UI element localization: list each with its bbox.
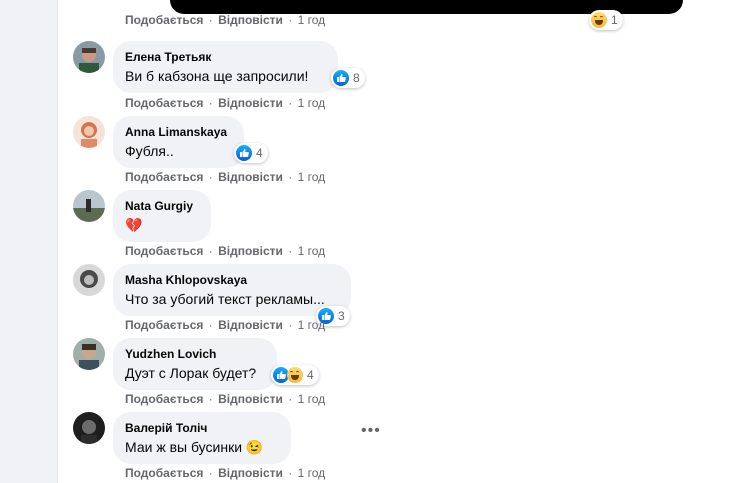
avatar[interactable] (73, 190, 105, 222)
comment-text: Дуэт с Лорак будет? (125, 365, 257, 381)
separator: · (288, 170, 293, 184)
like-link[interactable]: Подобається (125, 170, 203, 184)
separator: · (288, 13, 293, 27)
comment-bubble: Nata Gurgiy 💔 (113, 190, 211, 242)
author-name[interactable]: Nata Gurgiy (125, 198, 199, 214)
reply-link[interactable]: Відповісти (218, 318, 283, 332)
comment-bubble: Masha Khlopovskaya Что за убогий текст р… (113, 264, 351, 316)
reaction-summary[interactable]: 4 (234, 143, 268, 163)
comment-bubble: Елена Третьяк Ви б кабзона ще запросили! (113, 41, 338, 93)
like-link[interactable]: Подобається (125, 318, 203, 332)
haha-icon (591, 12, 607, 28)
separator: · (208, 96, 213, 110)
avatar[interactable] (73, 41, 105, 73)
like-link[interactable]: Подобається (125, 244, 203, 258)
reaction-count: 8 (353, 71, 360, 85)
separator: · (288, 466, 293, 480)
more-options-icon[interactable]: ••• (361, 422, 381, 440)
comment-text: Фубля.. (125, 143, 174, 159)
comment-actions: Подобається · Відповісти · 1 год (125, 96, 325, 110)
haha-icon (287, 367, 303, 383)
comment-actions: Подобається · Відповісти · 1 год (125, 244, 325, 258)
reaction-summary[interactable]: 1 (589, 10, 623, 30)
comment-text: 💔 (125, 217, 143, 233)
comment-actions: Подобається · Відповісти · 1 год (125, 392, 325, 406)
author-name[interactable]: Елена Третьяк (125, 49, 326, 65)
reaction-summary[interactable]: 4 (271, 365, 319, 385)
avatar[interactable] (73, 412, 105, 444)
separator: · (208, 244, 213, 258)
reaction-count: 4 (256, 146, 263, 160)
separator: · (208, 170, 213, 184)
separator: · (208, 392, 213, 406)
post-actions: Подобається · Відповісти · 1 год (125, 13, 325, 27)
comment-bubble: Yudzhen Lovich Дуэт с Лорак будет? (113, 338, 277, 390)
reply-link[interactable]: Відповісти (218, 466, 283, 480)
avatar[interactable] (73, 338, 105, 370)
reply-link[interactable]: Відповісти (218, 170, 283, 184)
timestamp[interactable]: 1 год (298, 244, 326, 258)
comment-bubble: Anna Limanskaya Фубля.. (113, 116, 244, 168)
reaction-count: 1 (611, 13, 618, 27)
comment-actions: Подобається · Відповісти · 1 год (125, 466, 325, 480)
author-name[interactable]: Masha Khlopovskaya (125, 272, 339, 288)
reply-link[interactable]: Відповісти (218, 244, 283, 258)
separator: · (208, 318, 213, 332)
separator: · (288, 392, 293, 406)
comment-text: Что за убогий текст рекламы... (125, 291, 325, 307)
separator: · (208, 13, 213, 27)
separator: · (288, 96, 293, 110)
author-name[interactable]: Валерій Толіч (125, 420, 279, 436)
comment-actions: Подобається · Відповісти · 1 год (125, 170, 325, 184)
separator: · (208, 466, 213, 480)
reply-link[interactable]: Відповісти (218, 96, 283, 110)
like-link[interactable]: Подобається (125, 392, 203, 406)
reply-link[interactable]: Відповісти (218, 13, 283, 27)
avatar[interactable] (73, 116, 105, 148)
comment-actions: Подобається · Відповісти · 1 год (125, 318, 325, 332)
separator: · (288, 244, 293, 258)
like-link[interactable]: Подобається (125, 466, 203, 480)
comment-text: Маи ж вы бусинки 😉 (125, 439, 264, 455)
timestamp[interactable]: 1 год (298, 392, 326, 406)
timestamp[interactable]: 1 год (298, 13, 326, 27)
like-icon (236, 145, 252, 161)
comment-bubble: Валерій Толіч Маи ж вы бусинки 😉 (113, 412, 291, 464)
reaction-count: 3 (338, 309, 345, 323)
avatar[interactable] (73, 264, 105, 296)
like-link[interactable]: Подобається (125, 96, 203, 110)
like-link[interactable]: Подобається (125, 13, 203, 27)
reaction-count: 4 (307, 368, 314, 382)
timestamp[interactable]: 1 год (298, 318, 326, 332)
reaction-summary[interactable]: 8 (331, 68, 365, 88)
separator: · (288, 318, 293, 332)
reply-link[interactable]: Відповісти (218, 392, 283, 406)
timestamp[interactable]: 1 год (298, 466, 326, 480)
author-name[interactable]: Anna Limanskaya (125, 124, 232, 140)
author-name[interactable]: Yudzhen Lovich (125, 346, 265, 362)
comment-text: Ви б кабзона ще запросили! (125, 68, 309, 84)
comments-panel: Подобається · Відповісти · 1 год 1 Елена… (57, 0, 750, 483)
timestamp[interactable]: 1 год (298, 96, 326, 110)
like-icon (333, 70, 349, 86)
timestamp[interactable]: 1 год (298, 170, 326, 184)
